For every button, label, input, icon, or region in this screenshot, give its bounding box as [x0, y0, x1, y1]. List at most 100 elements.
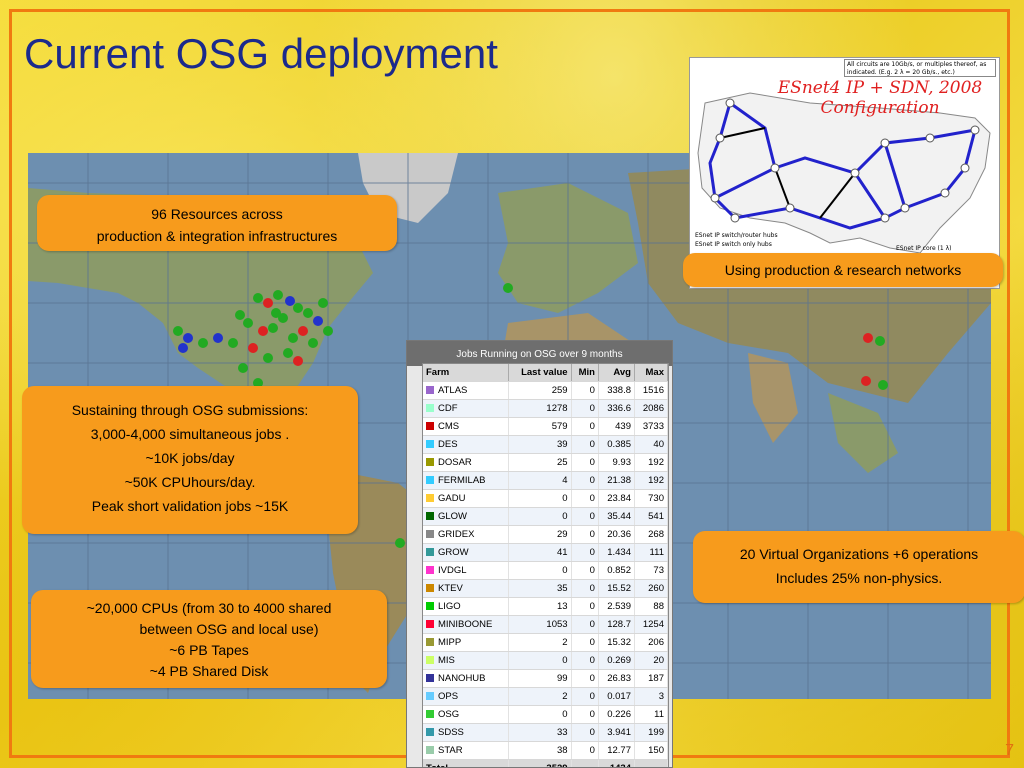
farm-label: MINIBOONE: [438, 619, 493, 630]
farm-label: GROW: [438, 547, 469, 558]
col-last-value[interactable]: Last value: [508, 364, 572, 382]
total-avg: 1434: [598, 759, 636, 767]
cpus-line1: ~20,000 CPUs (from 30 to 4000 shared: [86, 600, 332, 616]
legend-switch-hubs: ESnet IP switch only hubs: [695, 241, 772, 248]
table-row: STAR 38 0 12.77 150: [423, 741, 668, 760]
farm-cell: DOSAR: [423, 453, 509, 472]
col-farm[interactable]: Farm: [423, 364, 509, 382]
max-cell: 111: [634, 543, 668, 562]
table-row: ATLAS 259 0 338.8 1516: [423, 381, 668, 400]
esnet-title-line2: Configuration: [820, 98, 940, 118]
slide-title: Current OSG deployment: [24, 30, 498, 77]
series-swatch-icon: [426, 656, 434, 664]
col-min[interactable]: Min: [571, 364, 599, 382]
max-cell: 88: [634, 597, 668, 616]
series-swatch-icon: [426, 728, 434, 736]
farm-label: DES: [438, 439, 458, 450]
avg-cell: 0.017: [598, 687, 636, 706]
avg-cell: 0.385: [598, 435, 636, 454]
farm-cell: MIS: [423, 651, 509, 670]
avg-cell: 20.36: [598, 525, 636, 544]
table-row: DOSAR 25 0 9.93 192: [423, 453, 668, 472]
avg-cell: 15.32: [598, 633, 636, 652]
vo-callout: 20 Virtual Organizations +6 operations I…: [693, 531, 1024, 603]
farm-cell: GADU: [423, 489, 509, 508]
col-max[interactable]: Max: [634, 364, 668, 382]
avg-cell: 35.44: [598, 507, 636, 526]
series-swatch-icon: [426, 476, 434, 484]
avg-cell: 439: [598, 417, 636, 436]
table-row: DES 39 0 0.385 40: [423, 435, 668, 454]
farm-cell: STAR: [423, 741, 509, 760]
farm-cell: CMS: [423, 417, 509, 436]
max-cell: 73: [634, 561, 668, 580]
farm-label: MIPP: [438, 637, 462, 648]
avg-cell: 0.852: [598, 561, 636, 580]
max-cell: 2086: [634, 399, 668, 418]
farm-label: OPS: [438, 691, 459, 702]
esnet-legend: ESnet IP switch/router hubs ESnet IP swi…: [695, 231, 778, 249]
total-label: Total: [423, 759, 509, 767]
avg-cell: 336.6: [598, 399, 636, 418]
farm-label: MIS: [438, 655, 455, 666]
series-swatch-icon: [426, 638, 434, 646]
table-row: GROW 41 0 1.434 111: [423, 543, 668, 562]
last-value-cell: 13: [508, 597, 572, 616]
series-swatch-icon: [426, 584, 434, 592]
legend-ip-hubs: ESnet IP switch/router hubs: [695, 232, 778, 239]
series-swatch-icon: [426, 386, 434, 394]
series-swatch-icon: [426, 530, 434, 538]
avg-cell: 15.52: [598, 579, 636, 598]
min-cell: 0: [571, 471, 599, 490]
sustaining-line1: Sustaining through OSG submissions:: [71, 402, 309, 418]
table-row: OPS 2 0 0.017 3: [423, 687, 668, 706]
min-cell: 0: [571, 453, 599, 472]
sustaining-line5: Peak short validation jobs ~15K: [91, 498, 289, 514]
col-avg[interactable]: Avg: [598, 364, 636, 382]
avg-cell: 9.93: [598, 453, 636, 472]
max-cell: 20: [634, 651, 668, 670]
min-cell: 0: [571, 651, 599, 670]
farm-cell: SDSS: [423, 723, 509, 742]
page-number: 7: [1005, 742, 1014, 759]
max-cell: 192: [634, 453, 668, 472]
min-cell: 0: [571, 435, 599, 454]
max-cell: 187: [634, 669, 668, 688]
avg-cell: 12.77: [598, 741, 636, 760]
last-value-cell: 0: [508, 489, 572, 508]
esnet-legend-core: ESnet IP core (1 λ): [896, 245, 952, 252]
series-swatch-icon: [426, 692, 434, 700]
last-value-cell: 259: [508, 381, 572, 400]
last-value-cell: 579: [508, 417, 572, 436]
cpus-line2: between OSG and local use): [139, 621, 319, 637]
farm-label: SDSS: [438, 727, 464, 738]
sustaining-line2: 3,000-4,000 simultaneous jobs .: [90, 426, 290, 442]
last-value-cell: 0: [508, 561, 572, 580]
farm-label: DOSAR: [438, 457, 472, 468]
farm-cell: GROW: [423, 543, 509, 562]
series-swatch-icon: [426, 512, 434, 520]
table-row: IVDGL 0 0 0.852 73: [423, 561, 668, 580]
avg-cell: 21.38: [598, 471, 636, 490]
max-cell: 199: [634, 723, 668, 742]
sustaining-callout: Sustaining through OSG submissions: 3,00…: [22, 386, 358, 534]
table-row: GRIDEX 29 0 20.36 268: [423, 525, 668, 544]
farm-cell: KTEV: [423, 579, 509, 598]
farm-label: GLOW: [438, 511, 468, 522]
last-value-cell: 0: [508, 507, 572, 526]
farm-label: GRIDEX: [438, 529, 475, 540]
series-swatch-icon: [426, 404, 434, 412]
series-swatch-icon: [426, 710, 434, 718]
max-cell: 541: [634, 507, 668, 526]
farm-label: IVDGL: [438, 565, 467, 576]
total-min: [571, 759, 599, 767]
max-cell: 192: [634, 471, 668, 490]
table-row: SDSS 33 0 3.941 199: [423, 723, 668, 742]
series-swatch-icon: [426, 602, 434, 610]
max-cell: 206: [634, 633, 668, 652]
farm-cell: GLOW: [423, 507, 509, 526]
min-cell: 0: [571, 561, 599, 580]
min-cell: 0: [571, 741, 599, 760]
avg-cell: 128.7: [598, 615, 636, 634]
last-value-cell: 2: [508, 687, 572, 706]
